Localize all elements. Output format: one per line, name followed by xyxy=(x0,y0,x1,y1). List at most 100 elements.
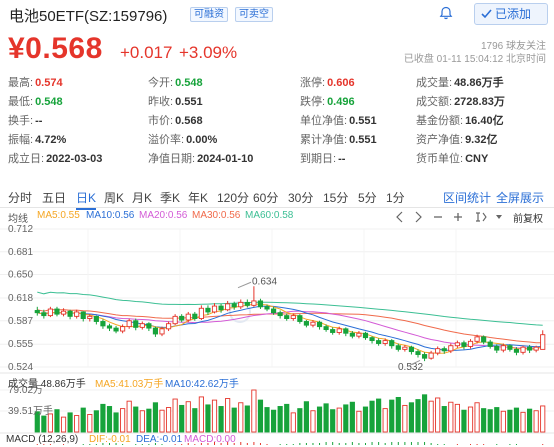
tab-period[interactable]: 年K xyxy=(188,189,208,206)
candle-body xyxy=(349,332,355,337)
volume-bar xyxy=(376,398,382,433)
arrow-left-icon[interactable] xyxy=(396,211,403,223)
chart-toolbar xyxy=(396,211,502,223)
volume-bar xyxy=(513,407,520,433)
volume-bar xyxy=(41,415,47,433)
candle-body xyxy=(415,351,421,355)
volume-ma5: MA5:41.03万手 xyxy=(95,379,164,390)
tab-period[interactable]: 五日 xyxy=(42,189,66,206)
ma5-value: MA5:0.55 xyxy=(37,210,80,221)
candle-body xyxy=(362,332,369,339)
volume-bar xyxy=(507,409,513,433)
candle-body xyxy=(218,305,224,311)
candle-body xyxy=(402,346,408,350)
bell-icon[interactable] xyxy=(439,6,453,20)
candle-body xyxy=(487,341,493,347)
candle-body xyxy=(47,308,53,317)
adjust-mode[interactable]: 前复权 xyxy=(513,210,543,225)
tab-period[interactable]: 15分 xyxy=(323,189,348,206)
volume-bar xyxy=(152,402,159,433)
candle-body xyxy=(336,328,342,333)
volume-bar xyxy=(461,409,467,433)
price-axis-label: 0.681 xyxy=(8,247,33,258)
followers-count[interactable]: 1796 球友关注 xyxy=(404,40,546,53)
stat-1-0: 最低: 0.548 xyxy=(8,93,63,109)
volume-bar xyxy=(284,403,290,433)
high-annotation-line xyxy=(237,281,252,289)
stat-value: -- xyxy=(35,115,43,127)
volume-legend: 成交量 48.86万手 MA5:41.03万手 MA10:42.62万手 xyxy=(0,374,554,390)
reset-icon[interactable] xyxy=(476,212,487,222)
candle-body xyxy=(251,300,257,306)
stat-value: -- xyxy=(338,153,346,165)
tab-period[interactable]: 季K xyxy=(160,189,180,206)
tab-period[interactable]: 1分 xyxy=(386,189,405,206)
candle-body xyxy=(231,303,237,308)
added-to-watchlist-button[interactable]: 已添加 xyxy=(474,3,548,25)
current-price: ¥0.568 xyxy=(8,32,103,65)
kline-chart[interactable]: 0.712 0.681 0.650 0.618 0.587 0.555 0.524 0.634… xyxy=(0,224,554,447)
volume-bar xyxy=(389,399,395,433)
dropdown-caret-icon[interactable] xyxy=(496,215,502,219)
ma-label[interactable]: 均线 xyxy=(8,210,28,225)
stat-value: 4.72% xyxy=(35,134,67,146)
stat-value: 0.548 xyxy=(175,77,203,89)
tab-period[interactable]: 月K xyxy=(132,189,152,206)
candle-body xyxy=(179,315,185,321)
quote-row: ¥0.568 +0.017 +3.09% 1796 球友关注 已收盘 01-11… xyxy=(0,30,554,70)
candle-body xyxy=(441,348,447,352)
tab-period[interactable]: 5分 xyxy=(358,189,377,206)
ma20-line xyxy=(37,310,543,349)
range-stats-link[interactable]: 区间统计 xyxy=(443,189,491,206)
candle-body xyxy=(428,352,434,359)
stat-key: 货币单位: xyxy=(416,153,464,165)
stat-value: 0.551 xyxy=(349,115,377,127)
price-axis-label: 0.524 xyxy=(8,362,33,373)
stat-2-3: 基金份额: 16.40亿 xyxy=(416,112,504,128)
tab-period[interactable]: 120分 xyxy=(217,189,249,206)
ma20-value: MA20:0.56 xyxy=(139,210,188,221)
volume-bar xyxy=(395,396,401,433)
volume-bar xyxy=(198,396,204,433)
fullscreen-link[interactable]: 全屏展示 xyxy=(496,189,544,206)
ma30-line xyxy=(37,308,543,344)
volume-bar xyxy=(179,404,185,433)
volume-bar xyxy=(448,401,454,433)
candle-body xyxy=(264,306,270,310)
volume-bar xyxy=(238,402,244,433)
stat-key: 净值日期: xyxy=(148,153,196,165)
stat-2-2: 单位净值: 0.551 xyxy=(300,112,377,128)
tab-period[interactable]: 日K xyxy=(76,189,97,210)
price-axis-label: 0.587 xyxy=(8,316,33,327)
volume-bar xyxy=(435,397,441,433)
candle-body xyxy=(34,310,40,314)
margin-buy-tag[interactable]: 可融资 xyxy=(190,7,228,22)
tab-period[interactable]: 30分 xyxy=(288,189,313,206)
candle-body xyxy=(323,326,329,331)
candle-body xyxy=(120,326,126,332)
stat-value: 0.551 xyxy=(175,96,203,108)
dif-value: DIF:-0.01 xyxy=(89,434,131,445)
price-axis-label: 0.650 xyxy=(8,270,33,281)
arrow-right-icon[interactable] xyxy=(415,211,422,223)
volume-bar xyxy=(172,398,178,433)
candle-body xyxy=(395,345,401,350)
price-change: +0.017 xyxy=(120,43,173,62)
stat-key: 最低: xyxy=(8,96,34,108)
volume-bar xyxy=(323,403,329,433)
candle-body xyxy=(244,301,250,306)
tab-period[interactable]: 60分 xyxy=(253,189,278,206)
volume-bar xyxy=(264,407,270,433)
short-sell-tag[interactable]: 可卖空 xyxy=(235,7,273,22)
volume-bar xyxy=(540,405,546,433)
volume-bar xyxy=(297,408,303,433)
tab-period[interactable]: 周K xyxy=(104,189,124,206)
volume-bar xyxy=(271,409,277,433)
stat-4-0: 成立日: 2022-03-03 xyxy=(8,150,102,166)
macd-label: MACD (12,26,9) xyxy=(6,434,79,445)
stat-1-3: 成交额: 2728.83万 xyxy=(416,93,505,109)
stat-0-2: 涨停: 0.606 xyxy=(300,74,355,90)
zoom-in-icon[interactable] xyxy=(454,213,462,221)
tab-period[interactable]: 分时 xyxy=(8,189,32,206)
stat-value: 0.00% xyxy=(186,134,218,146)
